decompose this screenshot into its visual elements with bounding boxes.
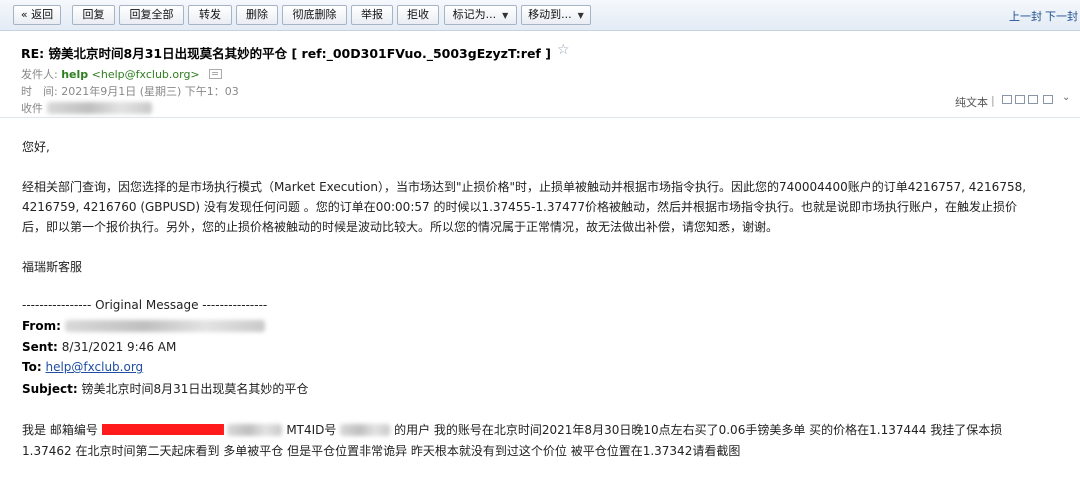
prev-mail-link[interactable]: 上一封	[1009, 8, 1042, 24]
body-paragraph-line: 4216759, 4216760 (GBPUSD) 没有发现任何问题 。您的订单…	[22, 200, 1018, 214]
mail-subject: RE: 镑美北京时间8月31日出现莫名其妙的平仓 [ ref:_00D301FV…	[21, 46, 551, 61]
original-from-row: From:	[22, 319, 265, 333]
divider: |	[991, 94, 995, 107]
redacted-blur	[227, 424, 283, 436]
sender-row: 发件人: help <help@fxclub.org>	[21, 66, 223, 82]
reply-button[interactable]: 回复	[72, 5, 115, 25]
subject-value: 镑美北京时间8月31日出现莫名其妙的平仓	[81, 382, 309, 396]
mark-as-dropdown[interactable]: 标记为... ▼	[444, 5, 517, 25]
mark-as-label: 标记为...	[452, 8, 497, 21]
redacted-email-number	[101, 424, 224, 435]
move-to-label: 移动到...	[528, 8, 572, 21]
plain-text-link[interactable]: 纯文本	[955, 94, 988, 110]
body-paragraph-line: 经相关部门查询，因您选择的是市场执行模式（Market Execution），当…	[22, 180, 1027, 194]
contact-card-icon[interactable]	[209, 69, 223, 79]
sender-label: 发件人:	[21, 68, 58, 81]
quoted-text: 的用户 我的账号在北京时间2021年8月30日晚10点左右买了0.06手镑美多单…	[394, 423, 1003, 437]
subject-label: Subject:	[22, 382, 78, 396]
recipient-label: 收件	[21, 102, 43, 115]
to-label: To:	[22, 360, 42, 374]
original-message-divider: ---------------- Original Message ------…	[22, 298, 268, 312]
move-to-dropdown[interactable]: 移动到... ▼	[521, 5, 591, 25]
save-icon[interactable]	[1043, 95, 1053, 104]
quoted-text: 我是 邮箱编号	[22, 423, 98, 437]
new-window-icon[interactable]	[1028, 95, 1038, 104]
greeting: 您好,	[22, 140, 50, 154]
reply-all-button[interactable]: 回复全部	[119, 5, 184, 25]
chevron-down-icon[interactable]: ⌄	[1062, 92, 1070, 103]
redacted-mt4id	[340, 424, 391, 436]
original-to-row: To: help@fxclub.org	[22, 360, 143, 374]
delete-permanently-button[interactable]: 彻底删除	[282, 5, 347, 25]
signature: 福瑞斯客服	[22, 260, 83, 274]
mail-header: RE: 镑美北京时间8月31日出现莫名其妙的平仓 [ ref:_00D301FV…	[0, 31, 1080, 118]
sender-address[interactable]: <help@fxclub.org>	[92, 68, 200, 81]
recipient-row: 收件	[21, 100, 152, 116]
report-button[interactable]: 举报	[351, 5, 393, 25]
caret-down-icon: ▼	[502, 11, 509, 20]
original-subject-row: Subject: 镑美北京时间8月31日出现莫名其妙的平仓	[22, 380, 308, 397]
back-button[interactable]: « 返回	[13, 5, 61, 25]
time-label: 时 间:	[21, 85, 58, 98]
time-value: 2021年9月1日 (星期三) 下午1：03	[61, 85, 239, 98]
body-paragraph-line: 后，即以第一个报价执行。另外，您的止损价格被触动的时候是波动比较大。所以您的情况…	[22, 220, 779, 234]
next-mail-link[interactable]: 下一封	[1045, 8, 1078, 24]
redacted-sender	[64, 320, 265, 332]
sender-name[interactable]: help	[61, 68, 88, 81]
quoted-line: 1.37462 在北京时间第二天起床看到 多单被平仓 但是平仓位置非常诡异 昨天…	[22, 444, 741, 458]
caret-down-icon: ▼	[577, 11, 584, 20]
delete-button[interactable]: 删除	[236, 5, 278, 25]
to-email-link[interactable]: help@fxclub.org	[45, 360, 143, 374]
quoted-text: MT4ID号	[286, 423, 337, 437]
redacted-recipient	[46, 102, 152, 114]
time-row: 时 间: 2021年9月1日 (星期三) 下午1：03	[21, 83, 239, 99]
sent-label: Sent:	[22, 340, 58, 354]
mail-toolbar: « 返回 回复 回复全部 转发 删除 彻底删除 举报 拒收 标记为... ▼ 移动…	[0, 0, 1080, 31]
original-sent-row: Sent: 8/31/2021 9:46 AM	[22, 340, 176, 354]
forward-button[interactable]: 转发	[188, 5, 232, 25]
sent-value: 8/31/2021 9:46 AM	[61, 340, 177, 354]
copy-icon[interactable]	[1002, 95, 1012, 104]
reject-button[interactable]: 拒收	[397, 5, 439, 25]
print-icon[interactable]	[1015, 95, 1025, 104]
quoted-line: 我是 邮箱编号 MT4ID号 的用户 我的账号在北京时间2021年8月30日晚1…	[22, 421, 1002, 438]
from-label: From:	[22, 319, 61, 333]
star-icon[interactable]: ☆	[557, 42, 570, 58]
